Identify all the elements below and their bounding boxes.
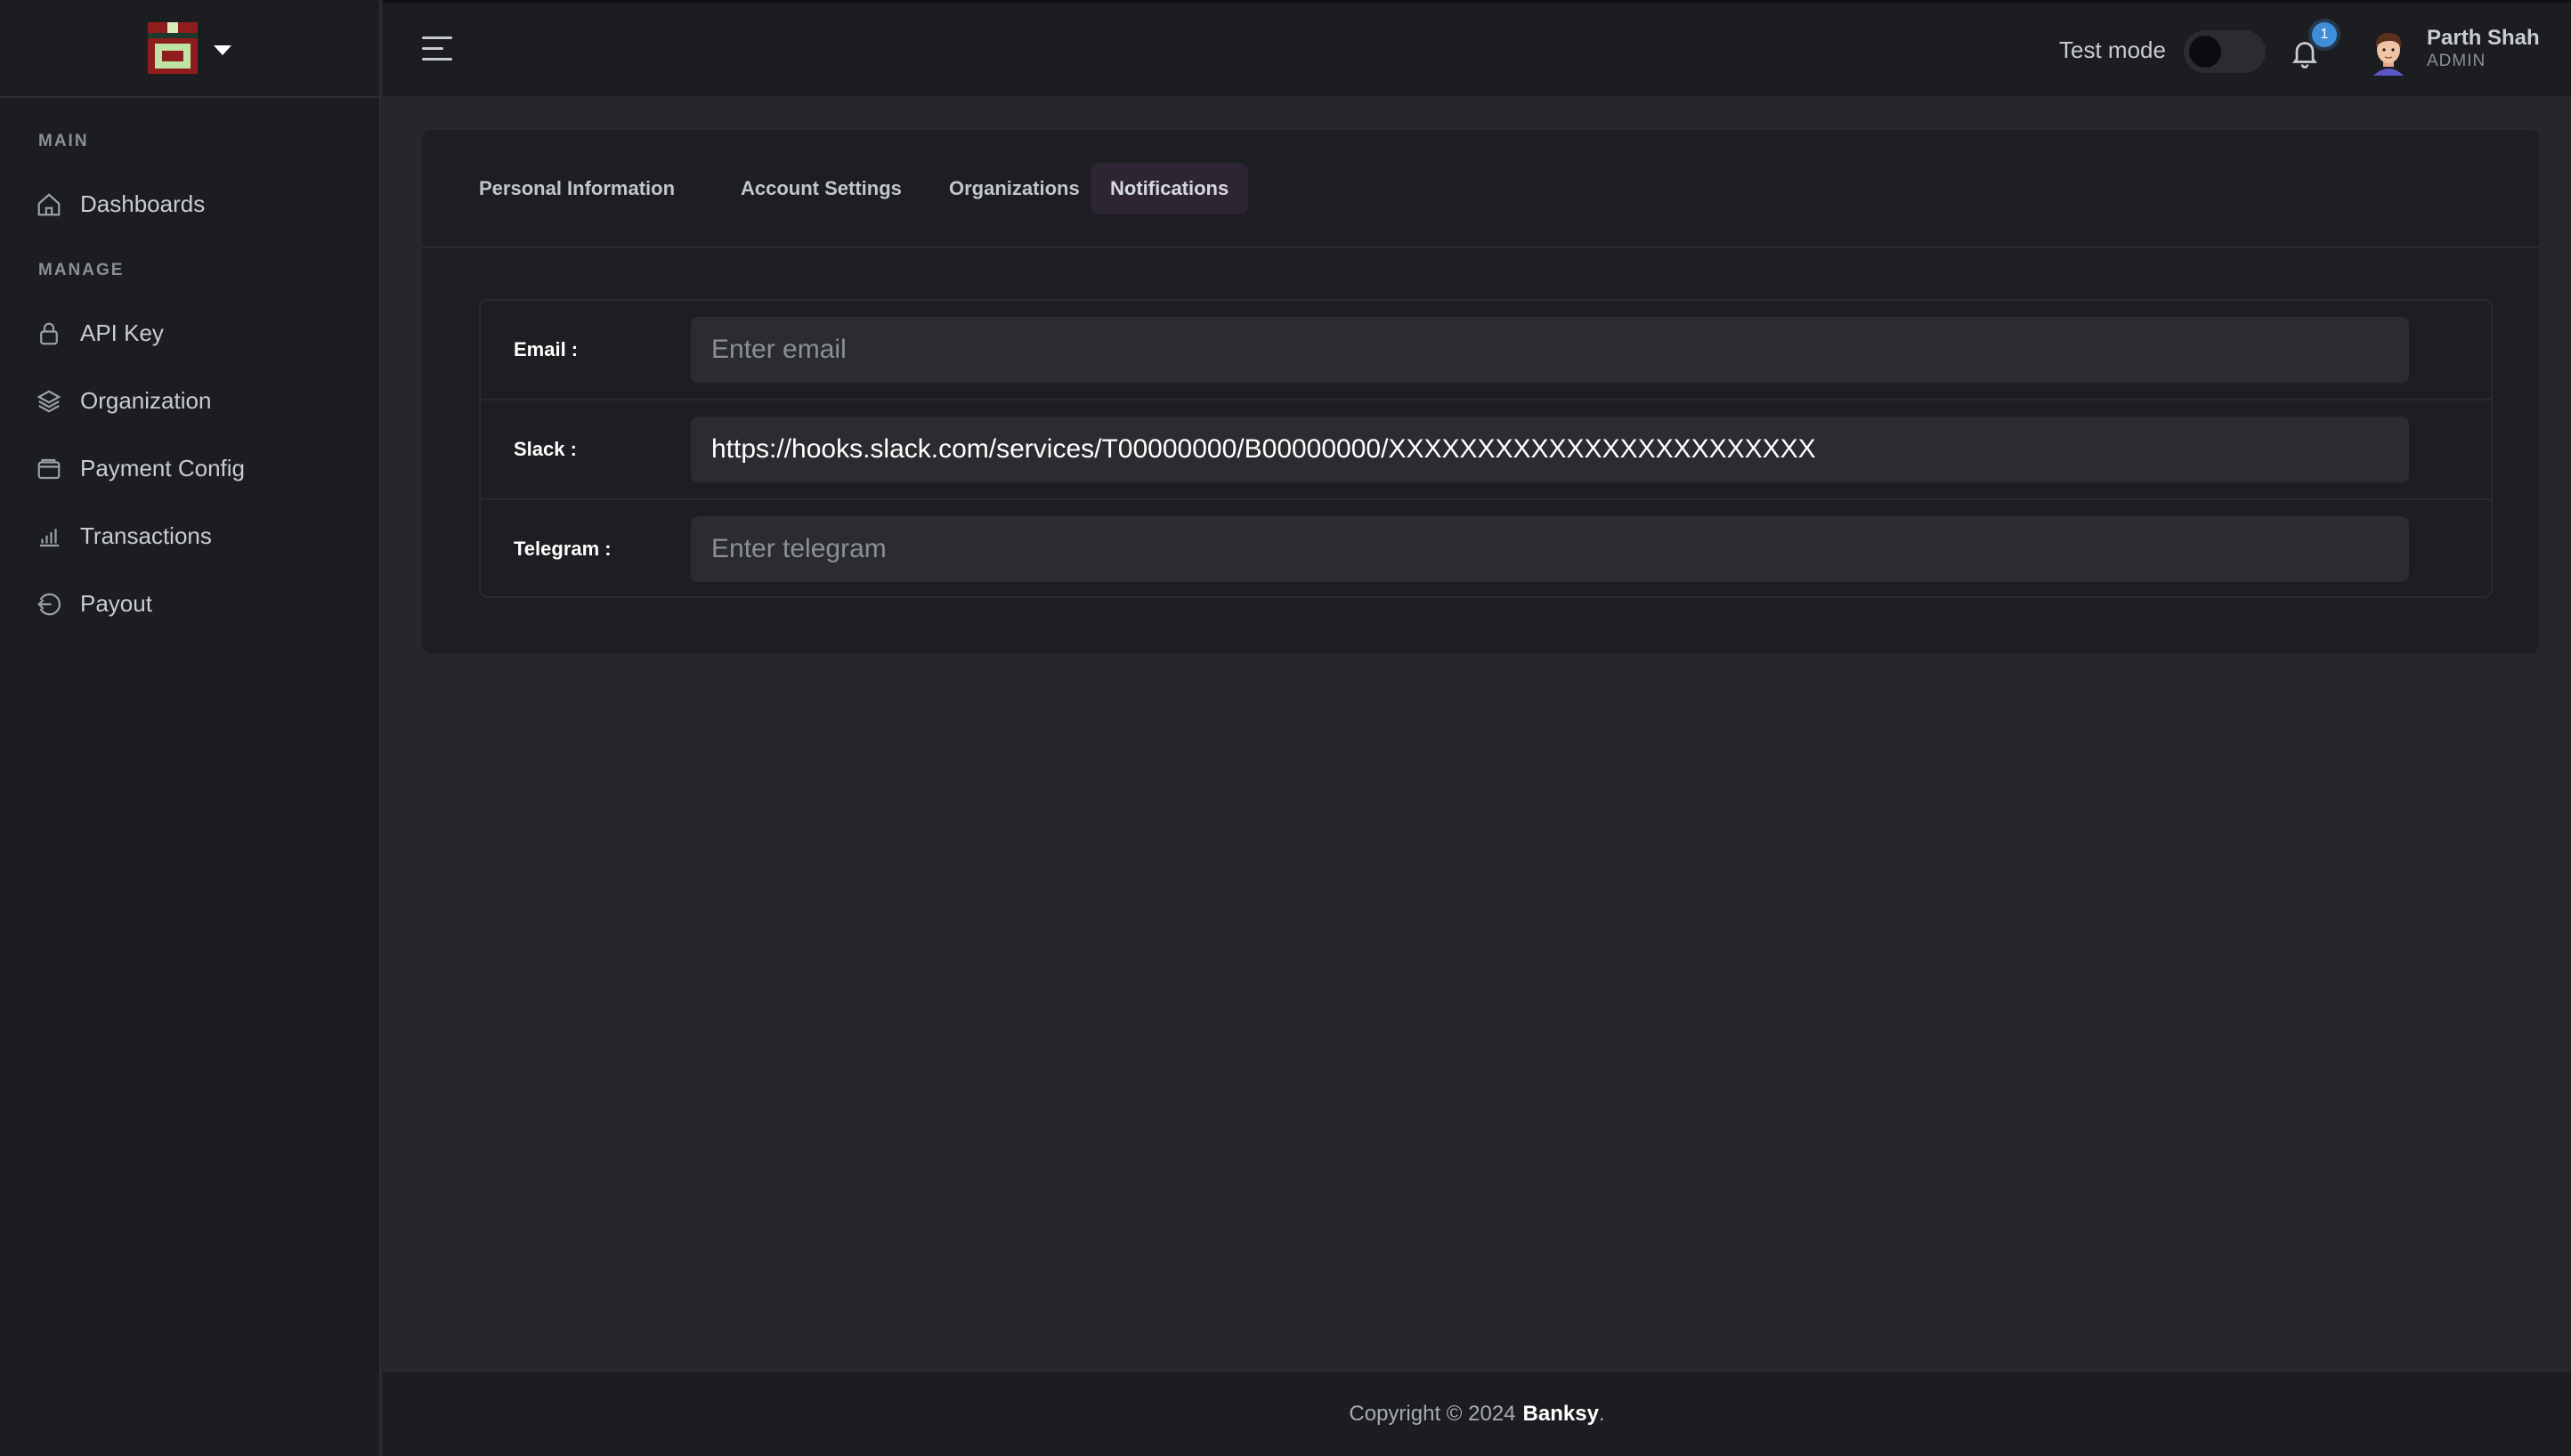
app-logo <box>148 22 198 74</box>
lock-icon <box>40 322 58 344</box>
wallet-icon <box>37 458 61 479</box>
form-row-telegram: Telegram : <box>481 500 2491 600</box>
menu-toggle-icon[interactable] <box>422 36 452 63</box>
section-title-main: MAIN <box>38 132 89 150</box>
tab-organizations[interactable]: Organizations <box>929 163 1099 214</box>
logout-icon <box>37 593 61 615</box>
sidebar-item-label: Transactions <box>80 522 212 549</box>
user-name[interactable]: Parth Shah <box>2427 26 2540 51</box>
tab-bar: Personal Information Account Settings Or… <box>422 130 2539 248</box>
email-field[interactable] <box>691 317 2409 383</box>
tab-notifications[interactable]: Notifications <box>1091 163 1249 214</box>
form-row-slack: Slack : <box>481 400 2491 500</box>
topbar: Test mode 1 Parth Shah ADMIN <box>383 0 2571 96</box>
form-row-email: Email : <box>481 301 2491 400</box>
tab-personal-information[interactable]: Personal Information <box>459 163 694 214</box>
slack-webhook-field[interactable] <box>691 417 2409 482</box>
sidebar-item-payout[interactable]: Payout <box>36 590 152 618</box>
telegram-field[interactable] <box>691 516 2409 582</box>
test-mode-toggle[interactable] <box>2184 30 2266 73</box>
notifications-form: Email : Slack : Telegram : <box>479 299 2493 598</box>
footer: Copyright © 2024 Banksy . <box>383 1372 2571 1456</box>
sidebar-item-organization[interactable]: Organization <box>36 387 211 415</box>
tab-account-settings[interactable]: Account Settings <box>721 163 921 214</box>
sidebar-item-transactions[interactable]: Transactions <box>36 522 212 550</box>
footer-suffix: . <box>1598 1402 1605 1426</box>
sidebar: MAIN Dashboards MANAGE API Key Organizat… <box>0 0 381 1456</box>
sidebar-item-payment-config[interactable]: Payment Config <box>36 455 245 482</box>
sidebar-item-label: Dashboards <box>80 190 206 217</box>
chevron-down-icon[interactable] <box>214 44 231 55</box>
sidebar-item-label: Payout <box>80 590 152 617</box>
avatar[interactable] <box>2366 28 2411 76</box>
bar-chart-icon <box>40 528 60 546</box>
sidebar-item-label: Organization <box>80 387 212 414</box>
email-label: Email : <box>514 338 579 360</box>
brand-link[interactable]: Banksy <box>1523 1402 1599 1427</box>
brand-switcher[interactable] <box>0 0 379 98</box>
section-title-manage: MANAGE <box>38 261 125 279</box>
user-role: ADMIN <box>2427 52 2486 70</box>
sidebar-item-label: API Key <box>80 320 164 346</box>
notification-badge: 1 <box>2312 22 2337 47</box>
sidebar-item-dashboards[interactable]: Dashboards <box>36 190 205 218</box>
home-icon <box>37 192 61 215</box>
sidebar-item-api-key[interactable]: API Key <box>36 320 164 347</box>
profile-card: Personal Information Account Settings Or… <box>422 130 2539 653</box>
test-mode-label: Test mode <box>2059 36 2166 63</box>
slack-label: Slack : <box>514 438 577 460</box>
sidebar-item-label: Payment Config <box>80 455 245 481</box>
layers-icon <box>36 389 61 413</box>
copyright-text: Copyright © 2024 <box>1349 1402 1516 1426</box>
telegram-label: Telegram : <box>514 538 612 560</box>
